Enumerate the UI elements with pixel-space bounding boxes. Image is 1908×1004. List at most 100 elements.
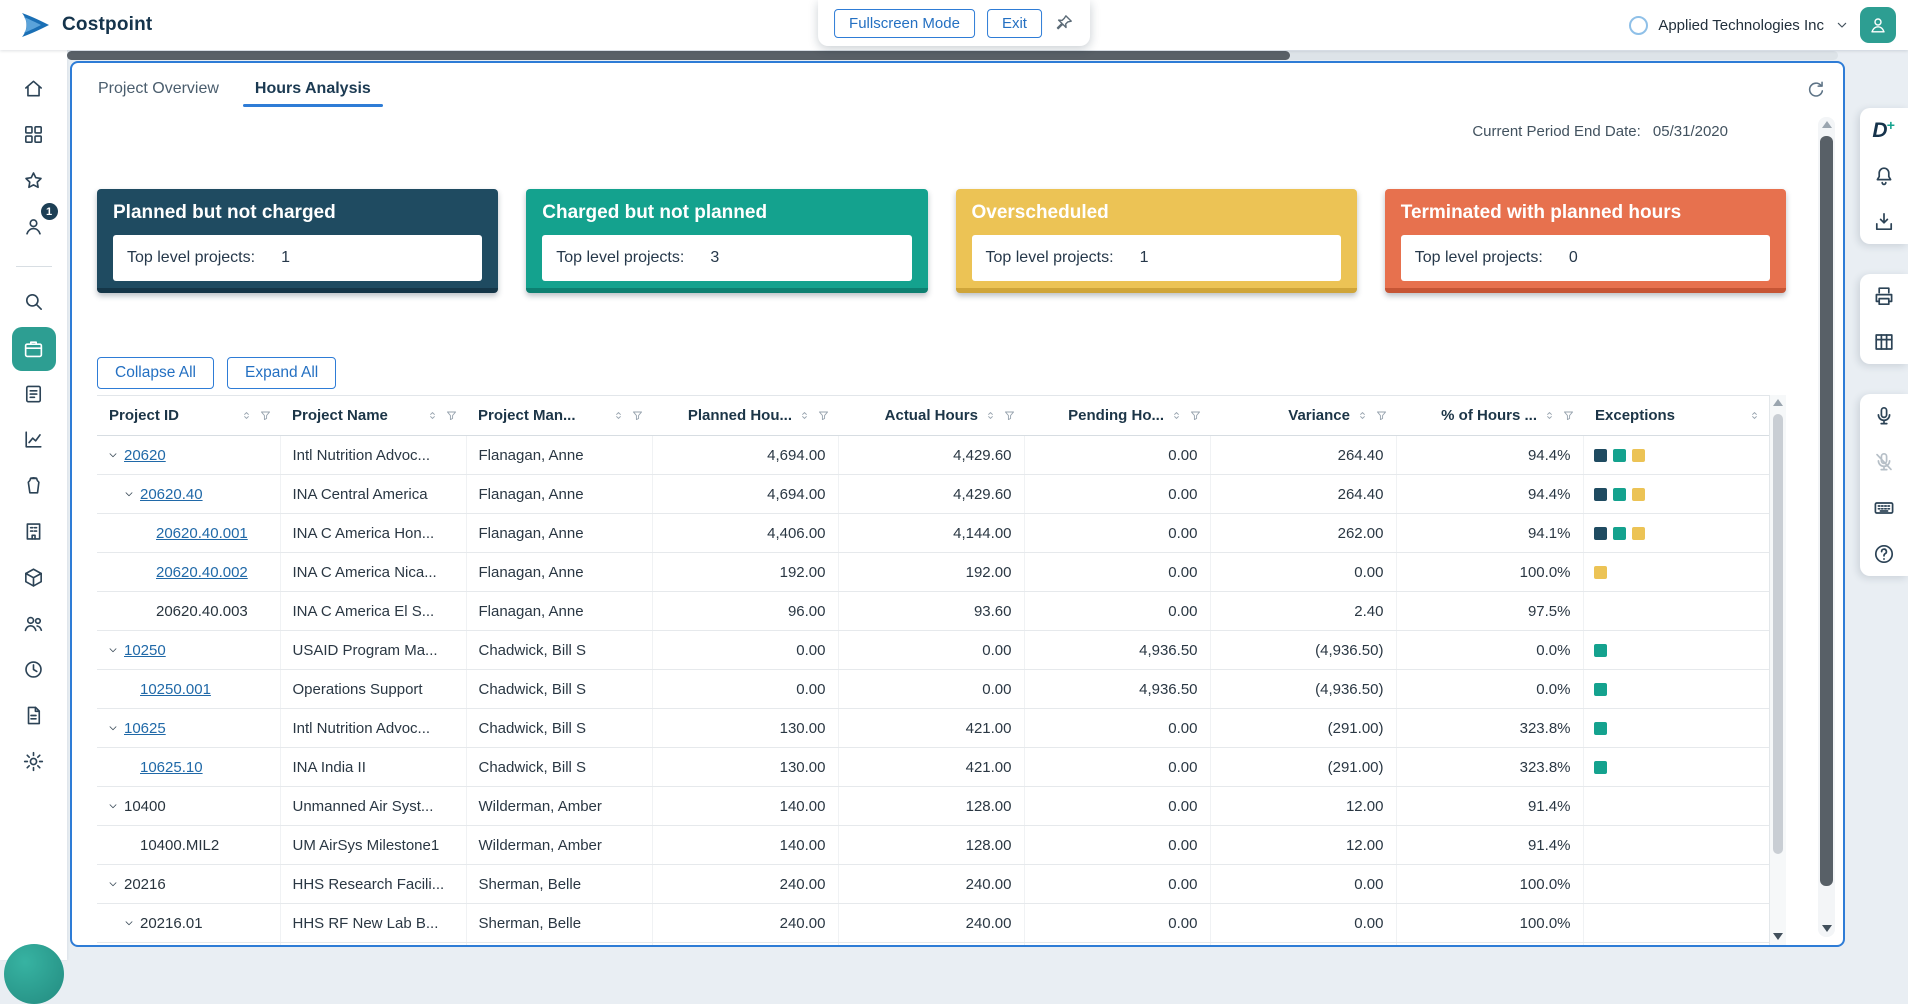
row-expand-chevron-icon[interactable]	[107, 449, 119, 461]
sidebar-item-documents[interactable]	[14, 695, 54, 735]
sidebar-item-reports[interactable]	[14, 419, 54, 459]
column-header-project-man: Project Man...	[466, 396, 652, 436]
horizontal-scrollbar[interactable]	[67, 51, 1838, 60]
filter-icon[interactable]	[1189, 409, 1202, 422]
filter-icon[interactable]	[1003, 409, 1016, 422]
sort-icon[interactable]	[612, 409, 625, 422]
project-row: 20620.40INA Central AmericaFlanagan, Ann…	[97, 475, 1769, 514]
filter-icon[interactable]	[1375, 409, 1388, 422]
refresh-icon[interactable]	[1805, 79, 1827, 101]
table-scrollbar-thumb[interactable]	[1773, 414, 1783, 854]
print-icon[interactable]	[1872, 284, 1896, 308]
project-id-link[interactable]: 10625	[124, 720, 166, 737]
sidebar-item-settings[interactable]	[14, 741, 54, 781]
project-id-link[interactable]: 10625.10	[140, 759, 203, 776]
sidebar-item-projects[interactable]	[12, 327, 56, 371]
exit-button[interactable]: Exit	[987, 9, 1042, 38]
horizontal-scrollbar-thumb[interactable]	[67, 51, 1290, 60]
page-scrollbar[interactable]	[1818, 117, 1835, 937]
mic-icon[interactable]	[1872, 404, 1896, 428]
card-stat-label: Top level projects:	[556, 249, 684, 267]
mic-off-icon[interactable]	[1872, 450, 1896, 474]
tab-hours-analysis[interactable]: Hours Analysis	[239, 73, 387, 107]
sidebar-item-profile[interactable]: 1	[14, 206, 54, 246]
scroll-up-arrow[interactable]	[1773, 399, 1783, 406]
export-icon[interactable]	[1872, 330, 1896, 354]
row-expand-chevron-icon[interactable]	[123, 488, 135, 500]
sidebar-item-accounting[interactable]	[14, 465, 54, 505]
page-scroll-down-arrow[interactable]	[1822, 925, 1832, 932]
company-selector[interactable]: Applied Technologies Inc	[1658, 17, 1824, 34]
tab-project-overview[interactable]: Project Overview	[82, 73, 235, 107]
sort-icon[interactable]	[984, 409, 997, 422]
filter-icon[interactable]	[259, 409, 272, 422]
table-scrollbar[interactable]	[1769, 395, 1786, 945]
chevron-down-icon[interactable]	[1834, 17, 1850, 33]
actual-hours-cell: 4,429.60	[838, 475, 1024, 514]
project-id-link[interactable]: 20620.40	[140, 486, 203, 503]
page-scrollbar-thumb[interactable]	[1820, 136, 1833, 886]
scroll-down-arrow[interactable]	[1773, 933, 1783, 940]
sidebar-item-search[interactable]	[14, 281, 54, 321]
collapse-all-button[interactable]: Collapse All	[97, 357, 214, 389]
project-manager-cell: Chadwick, Bill S	[466, 670, 652, 709]
sort-icon[interactable]	[1543, 409, 1556, 422]
variance-cell: 12.00	[1210, 826, 1396, 865]
sort-icon[interactable]	[1356, 409, 1369, 422]
sidebar-item-people[interactable]	[14, 603, 54, 643]
pin-icon[interactable]	[1054, 13, 1074, 33]
sidebar-item-time[interactable]	[14, 649, 54, 689]
variance-cell: (291.00)	[1210, 709, 1396, 748]
fullscreen-mode-button[interactable]: Fullscreen Mode	[834, 9, 975, 38]
sidebar-item-organization[interactable]	[14, 511, 54, 551]
sidebar-item-materials[interactable]	[14, 557, 54, 597]
sort-icon[interactable]	[798, 409, 811, 422]
assistant-fab[interactable]	[4, 944, 64, 1004]
project-id-link[interactable]: 10250	[124, 642, 166, 659]
project-name-cell: Intl Nutrition Advoc...	[280, 709, 466, 748]
exception-teal-chip	[1613, 488, 1626, 501]
sidebar-item-favorites[interactable]	[14, 160, 54, 200]
bell-icon[interactable]	[1872, 164, 1896, 188]
filter-icon[interactable]	[1562, 409, 1575, 422]
sidebar-item-tasks[interactable]	[14, 373, 54, 413]
project-id-link[interactable]: 20620.40.001	[156, 525, 248, 542]
help-icon[interactable]	[1872, 542, 1896, 566]
row-expand-chevron-icon[interactable]	[107, 800, 119, 812]
sort-icon[interactable]	[426, 409, 439, 422]
sort-icon[interactable]	[240, 409, 253, 422]
column-label: Pending Ho...	[1068, 407, 1164, 424]
project-row: 20216.01HHS RF New Lab B...Sherman, Bell…	[97, 904, 1769, 943]
keyboard-icon[interactable]	[1872, 496, 1896, 520]
project-id-link[interactable]: 10250.001	[140, 681, 211, 698]
import-icon[interactable]	[1872, 210, 1896, 234]
project-id-link[interactable]: 20620	[124, 447, 166, 464]
project-id-link[interactable]: 20620.40.002	[156, 564, 248, 581]
project-manager-cell: Wilderman, Amber	[466, 826, 652, 865]
filter-icon[interactable]	[631, 409, 644, 422]
exception-teal-chip	[1594, 644, 1607, 657]
row-expand-chevron-icon[interactable]	[107, 644, 119, 656]
row-expand-chevron-icon[interactable]	[107, 722, 119, 734]
sort-icon[interactable]	[1748, 409, 1761, 422]
user-avatar[interactable]	[1860, 7, 1896, 43]
actual-hours-cell: 128.00	[838, 826, 1024, 865]
dela-icon[interactable]: D+	[1872, 118, 1896, 142]
sort-icon[interactable]	[1170, 409, 1183, 422]
sidebar-divider	[16, 266, 52, 267]
expand-all-button[interactable]: Expand All	[227, 357, 336, 389]
sidebar-item-apps[interactable]	[14, 114, 54, 154]
sidebar-item-home[interactable]	[14, 68, 54, 108]
filter-icon[interactable]	[817, 409, 830, 422]
project-row: 10400.MIL2UM AirSys Milestone1Wilderman,…	[97, 826, 1769, 865]
page-scroll-up-arrow[interactable]	[1822, 121, 1832, 128]
row-expand-chevron-icon[interactable]	[123, 917, 135, 929]
column-header-planned-hou: Planned Hou...	[652, 396, 838, 436]
project-name-cell: INA India II	[280, 748, 466, 787]
project-manager-cell: Wilderman, Amber	[466, 787, 652, 826]
app-title: Costpoint	[62, 14, 152, 36]
filter-icon[interactable]	[445, 409, 458, 422]
variance-cell: (240.00)	[1210, 943, 1396, 946]
column-label: Project Name	[292, 407, 388, 424]
row-expand-chevron-icon[interactable]	[107, 878, 119, 890]
